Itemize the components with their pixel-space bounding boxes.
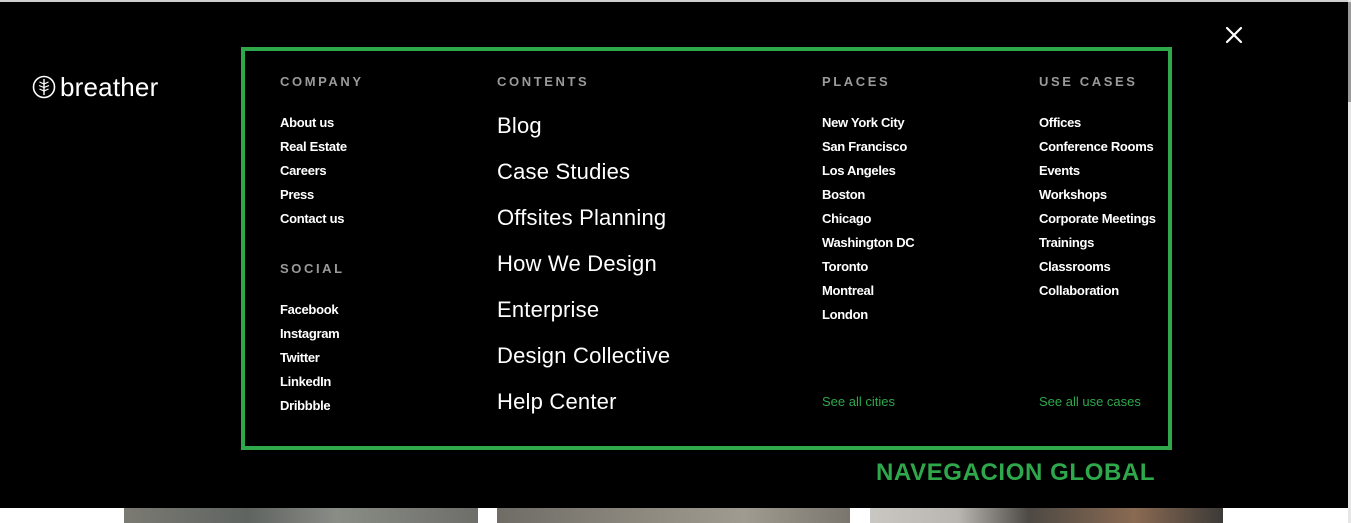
list-item: Contact us xyxy=(280,207,364,231)
list-item: Real Estate xyxy=(280,135,364,159)
contents-link-case-studies[interactable]: Case Studies xyxy=(497,149,630,195)
list-item: Facebook xyxy=(280,298,345,322)
list-item: New York City xyxy=(822,111,914,135)
places-link-washington-dc[interactable]: Washington DC xyxy=(822,231,915,255)
places-link-new-york-city[interactable]: New York City xyxy=(822,111,905,135)
use-cases-link-offices[interactable]: Offices xyxy=(1039,111,1081,135)
list-item: Dribbble xyxy=(280,394,345,418)
contents-link-help-center[interactable]: Help Center xyxy=(497,379,617,425)
contents-link-offsites-planning[interactable]: Offsites Planning xyxy=(497,195,666,241)
breather-leaf-icon xyxy=(32,75,56,99)
close-icon[interactable] xyxy=(1223,24,1245,46)
places-list: New York City San Francisco Los Angeles … xyxy=(822,111,915,327)
use-cases-link-trainings[interactable]: Trainings xyxy=(1039,231,1094,255)
contents-section: CONTENTS Blog Case Studies Offsites Plan… xyxy=(497,73,670,425)
places-link-montreal[interactable]: Montreal xyxy=(822,279,874,303)
places-link-los-angeles[interactable]: Los Angeles xyxy=(822,159,896,183)
list-item: Collaboration xyxy=(1039,279,1156,303)
list-item: Instagram xyxy=(280,322,345,346)
list-item: Los Angeles xyxy=(822,159,914,183)
list-item: Events xyxy=(1039,159,1156,183)
see-all-use-cases-link[interactable]: See all use cases xyxy=(1039,393,1141,411)
list-item: Chicago xyxy=(822,207,914,231)
menu-overlay: breather COMPANY About us Real Estate Ca… xyxy=(0,0,1348,508)
list-item: Careers xyxy=(280,159,364,183)
use-cases-link-corporate-meetings[interactable]: Corporate Meetings xyxy=(1039,207,1156,231)
list-item: How We Design xyxy=(497,241,670,287)
space-photo-1[interactable] xyxy=(124,508,478,523)
see-all-cities-link[interactable]: See all cities xyxy=(822,393,895,411)
list-item: Offices xyxy=(1039,111,1156,135)
places-link-toronto[interactable]: Toronto xyxy=(822,255,868,279)
list-item: Workshops xyxy=(1039,183,1156,207)
space-photo-2[interactable] xyxy=(497,508,850,523)
list-item: Conference Rooms xyxy=(1039,135,1156,159)
places-link-london[interactable]: London xyxy=(822,303,868,327)
places-link-boston[interactable]: Boston xyxy=(822,183,865,207)
places-heading: PLACES xyxy=(822,74,891,89)
space-photo-3[interactable] xyxy=(870,508,1223,523)
list-item: Boston xyxy=(822,183,914,207)
company-section: COMPANY About us Real Estate Careers Pre… xyxy=(280,73,364,231)
places-link-chicago[interactable]: Chicago xyxy=(822,207,871,231)
use-cases-link-conference-rooms[interactable]: Conference Rooms xyxy=(1039,135,1154,159)
social-link-linkedin[interactable]: LinkedIn xyxy=(280,370,331,394)
list-item: Corporate Meetings xyxy=(1039,207,1156,231)
places-section: PLACES New York City San Francisco Los A… xyxy=(822,73,915,327)
list-item: Washington DC xyxy=(822,231,915,255)
contents-link-how-we-design[interactable]: How We Design xyxy=(497,241,657,287)
list-item: Montreal xyxy=(822,279,914,303)
use-cases-heading: USE CASES xyxy=(1039,74,1138,89)
use-cases-link-classrooms[interactable]: Classrooms xyxy=(1039,255,1111,279)
brand-name: breather xyxy=(60,72,159,102)
contents-link-enterprise[interactable]: Enterprise xyxy=(497,287,599,333)
company-link-press[interactable]: Press xyxy=(280,183,314,207)
list-item: Offsites Planning xyxy=(497,195,670,241)
use-cases-section: USE CASES Offices Conference Rooms Event… xyxy=(1039,73,1156,303)
global-navigation-annotation: NAVEGACION GLOBAL xyxy=(876,459,1156,486)
social-section: SOCIAL Facebook Instagram Twitter Linked… xyxy=(280,260,345,418)
list-item: Case Studies xyxy=(497,149,670,195)
company-list: About us Real Estate Careers Press Conta… xyxy=(280,111,364,231)
contents-heading: CONTENTS xyxy=(497,74,590,89)
social-list: Facebook Instagram Twitter LinkedIn Drib… xyxy=(280,298,345,418)
social-heading: SOCIAL xyxy=(280,261,345,276)
contents-link-design-collective[interactable]: Design Collective xyxy=(497,333,670,379)
company-link-about-us[interactable]: About us xyxy=(280,111,334,135)
list-item: About us xyxy=(280,111,364,135)
list-item: Trainings xyxy=(1039,231,1156,255)
list-item: Blog xyxy=(497,103,670,149)
social-link-dribbble[interactable]: Dribbble xyxy=(280,394,331,418)
list-item: Help Center xyxy=(497,379,670,425)
list-item: Twitter xyxy=(280,346,345,370)
contents-link-blog[interactable]: Blog xyxy=(497,103,542,149)
social-link-instagram[interactable]: Instagram xyxy=(280,322,340,346)
social-link-twitter[interactable]: Twitter xyxy=(280,346,320,370)
global-navigation-highlight: COMPANY About us Real Estate Careers Pre… xyxy=(241,47,1172,450)
company-link-contact-us[interactable]: Contact us xyxy=(280,207,344,231)
list-item: Classrooms xyxy=(1039,255,1156,279)
list-item: LinkedIn xyxy=(280,370,345,394)
company-heading: COMPANY xyxy=(280,74,364,89)
social-link-facebook[interactable]: Facebook xyxy=(280,298,339,322)
use-cases-list: Offices Conference Rooms Events Workshop… xyxy=(1039,111,1156,303)
use-cases-link-workshops[interactable]: Workshops xyxy=(1039,183,1107,207)
list-item: Enterprise xyxy=(497,287,670,333)
list-item: Press xyxy=(280,183,364,207)
company-link-real-estate[interactable]: Real Estate xyxy=(280,135,347,159)
list-item: San Francisco xyxy=(822,135,914,159)
places-link-san-francisco[interactable]: San Francisco xyxy=(822,135,907,159)
contents-list: Blog Case Studies Offsites Planning How … xyxy=(497,103,670,425)
use-cases-link-collaboration[interactable]: Collaboration xyxy=(1039,279,1119,303)
list-item: London xyxy=(822,303,914,327)
use-cases-link-events[interactable]: Events xyxy=(1039,159,1080,183)
list-item: Design Collective xyxy=(497,333,670,379)
list-item: Toronto xyxy=(822,255,914,279)
company-link-careers[interactable]: Careers xyxy=(280,159,327,183)
brand-logo[interactable]: breather xyxy=(32,72,158,102)
